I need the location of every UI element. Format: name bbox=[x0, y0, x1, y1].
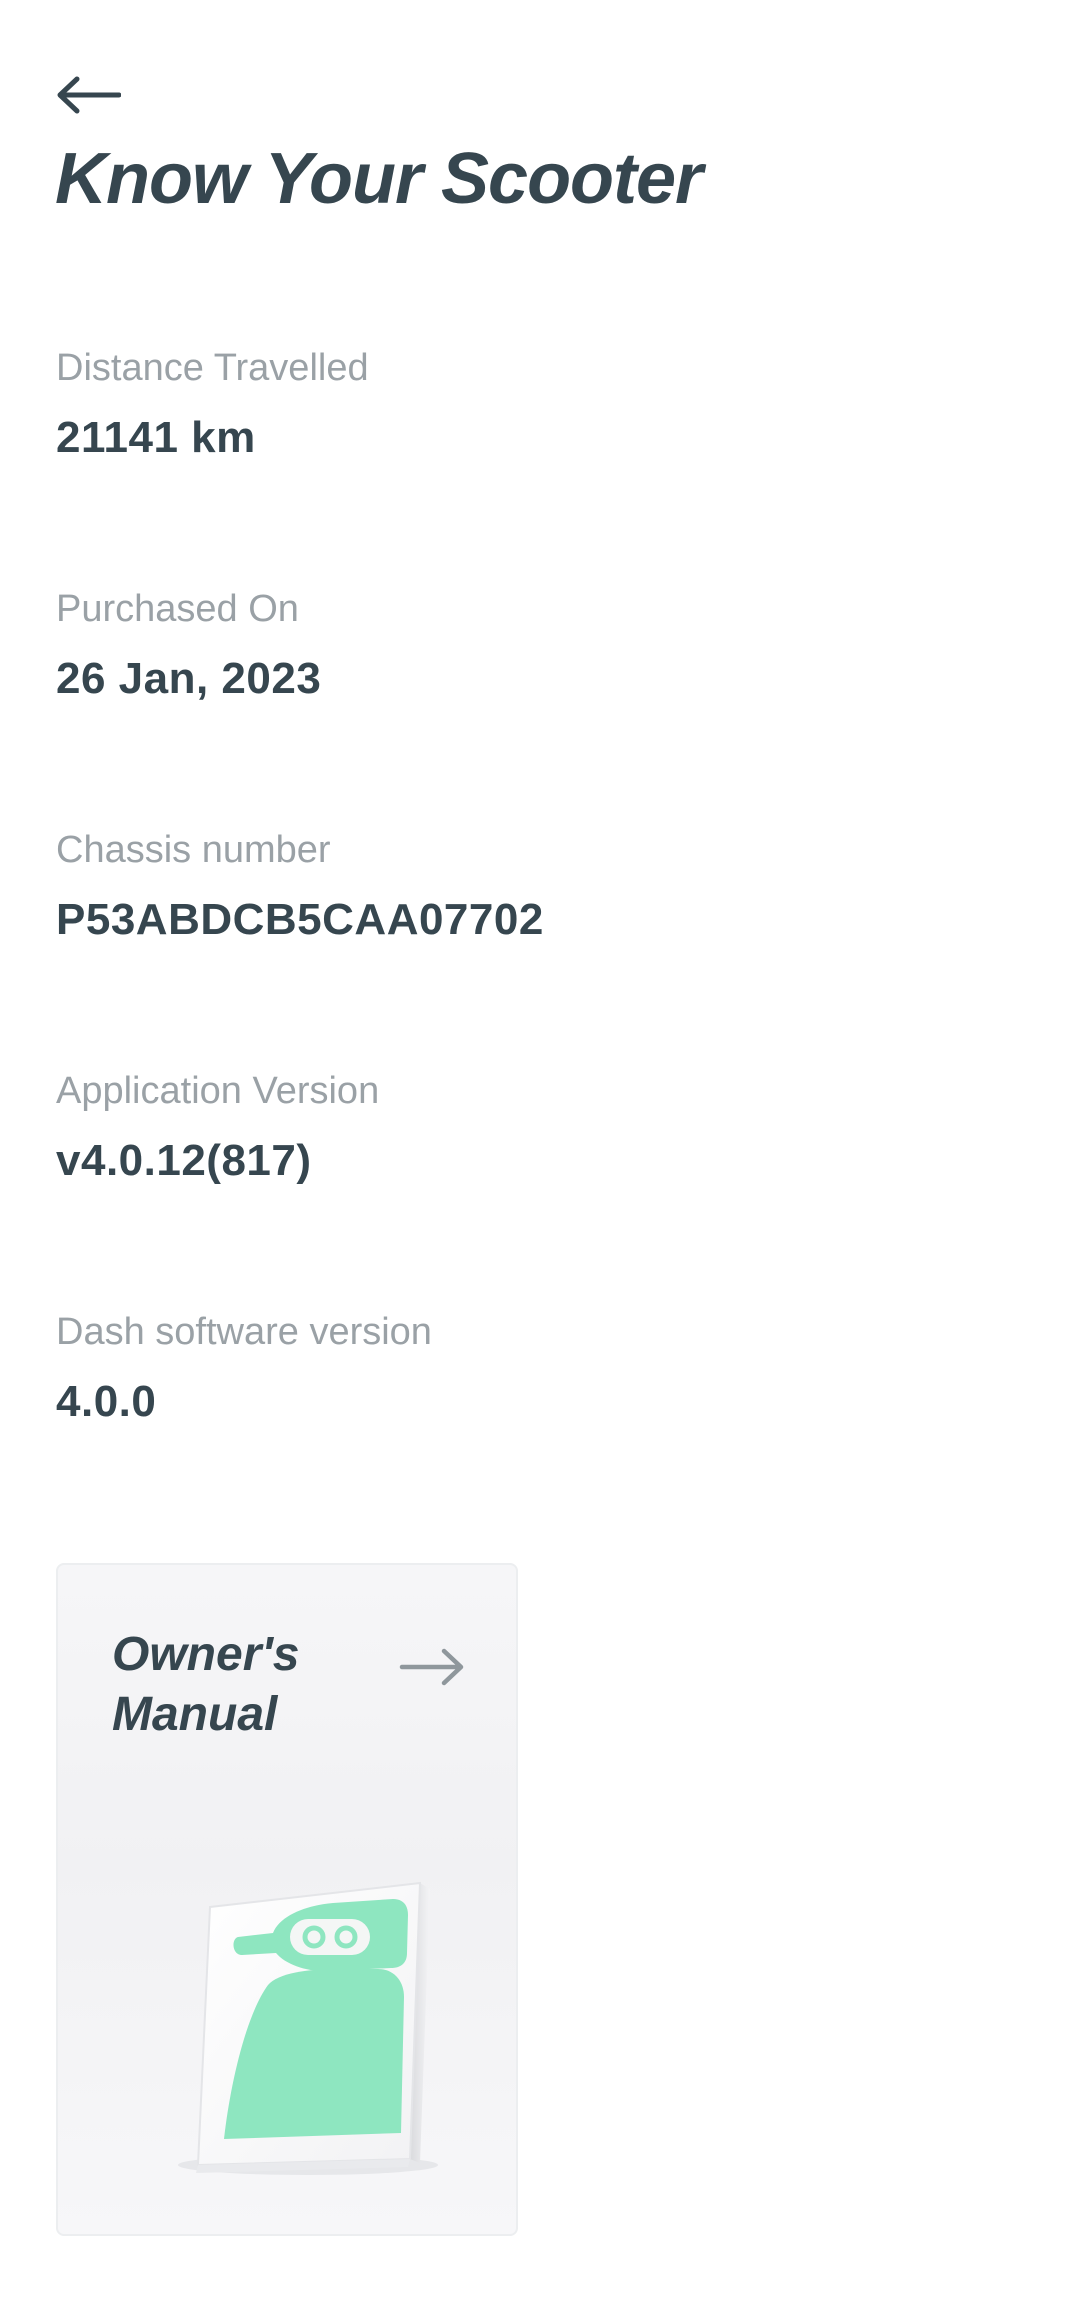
arrow-left-icon bbox=[57, 76, 121, 114]
purchased-on-value: 26 Jan, 2023 bbox=[56, 654, 322, 703]
dash-version-label: Dash software version bbox=[56, 1311, 432, 1353]
page-title: Know Your Scooter bbox=[55, 139, 703, 219]
owners-manual-card[interactable]: Owner's Manual bbox=[56, 1563, 518, 2236]
distance-value: 21141 km bbox=[56, 413, 256, 462]
app-version-label: Application Version bbox=[56, 1070, 380, 1112]
app-version-value: v4.0.12(817) bbox=[56, 1136, 312, 1185]
scooter-info-list: Distance Travelled 21141 km Purchased On… bbox=[56, 345, 1016, 1550]
purchased-on-label: Purchased On bbox=[56, 588, 299, 630]
chassis-value: P53ABDCB5CAA07702 bbox=[56, 895, 544, 944]
arrow-right-icon bbox=[399, 1648, 464, 1686]
info-item-purchased-on: Purchased On 26 Jan, 2023 bbox=[56, 586, 1016, 827]
info-item-distance: Distance Travelled 21141 km bbox=[56, 345, 1016, 586]
info-item-dash-version: Dash software version 4.0.0 bbox=[56, 1309, 1016, 1550]
dash-version-value: 4.0.0 bbox=[56, 1377, 157, 1426]
manual-book-icon bbox=[178, 1881, 438, 2175]
back-button[interactable] bbox=[55, 60, 135, 130]
info-item-app-version: Application Version v4.0.12(817) bbox=[56, 1068, 1016, 1309]
distance-label: Distance Travelled bbox=[56, 347, 369, 389]
chassis-label: Chassis number bbox=[56, 829, 331, 871]
owners-manual-title-line2: Manual bbox=[112, 1688, 278, 1741]
owners-manual-title-line1: Owner's bbox=[112, 1628, 300, 1681]
owners-manual-title: Owner's Manual bbox=[112, 1625, 372, 1745]
info-item-chassis: Chassis number P53ABDCB5CAA07702 bbox=[56, 827, 1016, 1068]
